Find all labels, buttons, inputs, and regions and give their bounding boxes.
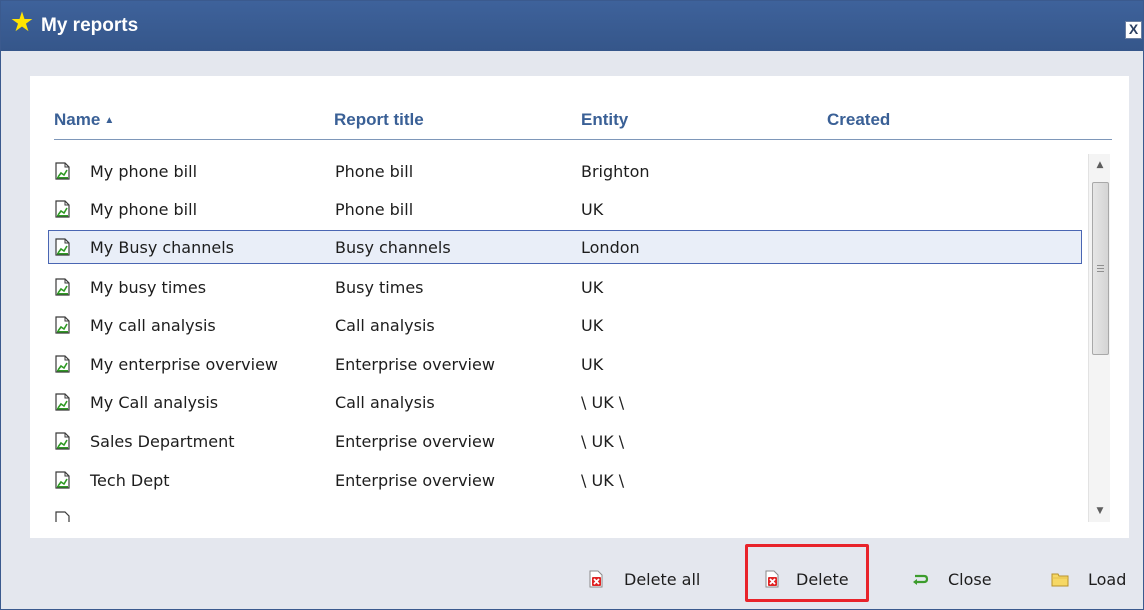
report-title: Phone bill [335, 200, 414, 219]
report-title: Busy times [335, 278, 424, 297]
report-name: My busy times [90, 278, 207, 297]
table-header: Name ▲ Report title Entity Created [54, 107, 1112, 140]
table-row[interactable]: My call analysis Call analysis UK [48, 308, 1082, 342]
report-title: Call analysis [335, 393, 435, 412]
column-header-name[interactable]: Name ▲ [54, 110, 114, 130]
table-row[interactable]: My busy times Busy times UK [48, 270, 1082, 304]
scroll-up-arrow-icon[interactable]: ▲ [1089, 154, 1111, 176]
delete-all-label: Delete all [624, 570, 701, 589]
report-name: Sales Department [90, 432, 235, 451]
report-name: My enterprise overview [90, 355, 279, 374]
scroll-thumb[interactable] [1092, 182, 1109, 355]
table-row[interactable]: Sales Department Enterprise overview \ UK … [48, 424, 1082, 458]
delete-highlight-annotation [745, 544, 869, 602]
report-entity: UK [581, 200, 604, 219]
report-document-icon [55, 511, 70, 522]
report-document-icon [55, 471, 70, 489]
return-arrow-icon [913, 574, 929, 585]
table-row[interactable]: My phone bill Phone bill Brighton [48, 154, 1082, 188]
reports-panel: Name ▲ Report title Entity Created My pho… [30, 76, 1129, 538]
table-row-partial[interactable] [48, 503, 1082, 522]
table-row[interactable]: My enterprise overview Enterprise overvie… [48, 347, 1082, 381]
scroll-down-arrow-icon[interactable]: ▼ [1089, 500, 1111, 522]
report-name: My Busy channels [90, 238, 235, 257]
report-document-icon [55, 316, 70, 334]
report-name: Tech Dept [90, 471, 170, 490]
close-label: Close [948, 570, 992, 589]
report-title: Call analysis [335, 316, 435, 335]
report-document-icon [55, 200, 70, 218]
report-title: Busy channels [335, 238, 451, 257]
report-entity: London [581, 238, 640, 257]
dialog-titlebar: ★ My reports X [1, 1, 1143, 51]
report-name: My call analysis [90, 316, 216, 335]
table-row[interactable]: Tech Dept Enterprise overview \ UK \ [48, 463, 1082, 497]
report-name: My Call analysis [90, 393, 219, 412]
load-label: Load [1088, 570, 1127, 589]
delete-document-icon [589, 570, 603, 588]
column-header-report-title[interactable]: Report title [334, 110, 424, 130]
sort-ascending-icon: ▲ [104, 115, 115, 126]
star-icon: ★ [9, 7, 35, 38]
table-row[interactable]: My Busy channels Busy channels London [48, 230, 1082, 264]
report-document-icon [55, 238, 70, 256]
report-document-icon [55, 355, 70, 373]
reports-list: My phone bill Phone bill Brighton My phone … [48, 154, 1086, 522]
folder-icon [1051, 573, 1069, 587]
report-entity: UK [581, 355, 604, 374]
report-title: Phone bill [335, 162, 414, 181]
table-row[interactable]: My phone bill Phone bill UK [48, 192, 1082, 226]
report-document-icon [55, 278, 70, 296]
report-entity: \ UK \ [581, 393, 625, 412]
column-header-entity[interactable]: Entity [581, 110, 628, 130]
column-header-created[interactable]: Created [827, 110, 890, 130]
report-entity: \ UK \ [581, 432, 625, 451]
report-document-icon [55, 432, 70, 450]
report-entity: Brighton [581, 162, 650, 181]
my-reports-dialog: ★ My reports X Name ▲ Report title Entity… [0, 0, 1144, 610]
report-entity: \ UK \ [581, 471, 625, 490]
report-document-icon [55, 162, 70, 180]
grip-icon [1097, 265, 1104, 272]
close-dialog-button[interactable]: X [1125, 21, 1142, 39]
report-entity: UK [581, 278, 604, 297]
report-entity: UK [581, 316, 604, 335]
report-name: My phone bill [90, 162, 198, 181]
report-title: Enterprise overview [335, 471, 495, 490]
report-document-icon [55, 393, 70, 411]
report-title: Enterprise overview [335, 432, 495, 451]
report-title: Enterprise overview [335, 355, 495, 374]
report-name: My phone bill [90, 200, 198, 219]
table-row[interactable]: My Call analysis Call analysis \ UK \ [48, 385, 1082, 419]
dialog-title: My reports [41, 15, 139, 36]
list-scrollbar[interactable]: ▲ ▼ [1088, 154, 1110, 522]
